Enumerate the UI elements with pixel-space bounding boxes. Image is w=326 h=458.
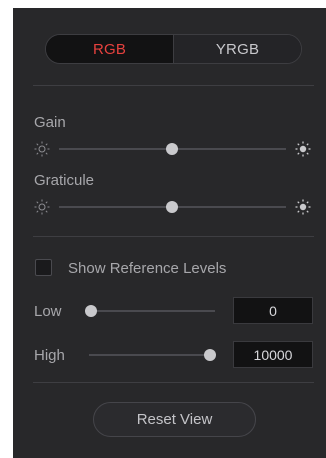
high-slider-thumb[interactable] (204, 349, 216, 361)
low-slider-thumb[interactable] (85, 305, 97, 317)
sun-dim-icon (34, 141, 50, 157)
gain-label: Gain (34, 114, 66, 131)
mode-yrgb-button[interactable]: YRGB (173, 35, 301, 63)
divider-middle (33, 236, 314, 237)
low-label: Low (34, 303, 62, 320)
scope-settings-panel: RGB YRGB Gain Graticule Show Reference L… (13, 8, 326, 458)
divider-bottom (33, 382, 314, 383)
high-slider-track (89, 354, 215, 356)
low-slider-track (89, 310, 215, 312)
show-reference-levels-label: Show Reference Levels (68, 260, 227, 277)
high-value-field[interactable]: 10000 (233, 341, 313, 368)
sun-bright-icon (295, 141, 311, 157)
mode-segmented-control: RGB YRGB (45, 34, 302, 64)
divider-top (33, 85, 314, 86)
show-reference-levels-checkbox[interactable] (35, 259, 52, 276)
reset-view-button[interactable]: Reset View (93, 402, 256, 437)
high-label: High (34, 347, 65, 364)
sun-dim-icon (34, 199, 50, 215)
low-value-field[interactable]: 0 (233, 297, 313, 324)
gain-slider-thumb[interactable] (166, 143, 178, 155)
mode-rgb-button[interactable]: RGB (46, 35, 173, 63)
graticule-label: Graticule (34, 172, 95, 189)
sun-bright-icon (295, 199, 311, 215)
graticule-slider-thumb[interactable] (166, 201, 178, 213)
